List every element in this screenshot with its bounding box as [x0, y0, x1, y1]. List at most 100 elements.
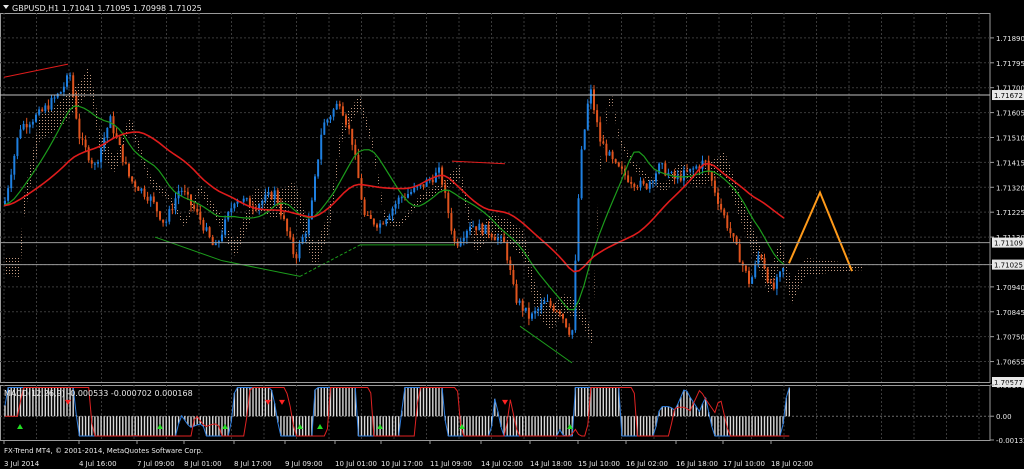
candle-body [692, 168, 695, 170]
candle-body [487, 224, 490, 235]
candle-body [682, 170, 685, 181]
candle-body [118, 137, 121, 145]
candle-body [620, 166, 623, 169]
candle-body [292, 237, 295, 255]
candle-body [180, 190, 183, 192]
candle-body [379, 223, 382, 228]
buy-arrow-icon [377, 423, 383, 429]
candle-body [16, 138, 19, 156]
candle-body [261, 200, 264, 205]
candle-body [100, 147, 103, 163]
candle-body [214, 243, 217, 246]
candle-body [323, 122, 326, 135]
candle-body [211, 237, 214, 246]
candle-body [47, 105, 50, 110]
candle-body [496, 238, 499, 241]
candle-body [552, 305, 555, 311]
ichimoku-cloud [4, 67, 864, 345]
candle-body [608, 151, 611, 156]
candle-body [106, 127, 109, 138]
candle-body [345, 115, 347, 125]
trend-lines [3, 63, 573, 364]
time-tick-label: 18 Jul 02:00 [771, 460, 813, 468]
candle-body [307, 219, 310, 234]
candle-body [673, 171, 676, 179]
candle-body [527, 307, 530, 319]
candle-body [636, 186, 639, 188]
candle-body [162, 219, 165, 223]
candle-body [326, 119, 329, 123]
candle-body [555, 310, 558, 312]
candle-body [286, 218, 289, 232]
time-tick-label: 8 Jul 17:00 [234, 460, 272, 468]
candle-body [149, 196, 152, 201]
candle-body [44, 105, 47, 112]
chart-title: GBPUSD,H1 1.71041 1.71095 1.70998 1.7102… [12, 4, 202, 13]
candle-body [248, 198, 251, 207]
candle-body [506, 242, 509, 261]
candle-body [633, 183, 636, 187]
candle-body [524, 307, 527, 311]
candle-body [93, 163, 96, 165]
candle-body [372, 218, 375, 225]
candle-body [134, 181, 137, 188]
price-level-label: 1.71025 [994, 262, 1023, 270]
candle-body [397, 197, 400, 204]
time-tick-label: 16 Jul 02:00 [626, 460, 668, 468]
candle-body [78, 118, 81, 139]
candle-body [577, 198, 580, 261]
trend-line [519, 325, 573, 364]
candle-body [90, 160, 93, 164]
candle-body [729, 228, 732, 234]
candle-body [28, 124, 31, 128]
candle-body [679, 175, 682, 181]
candle-body [183, 190, 186, 192]
candle-body [357, 154, 360, 179]
price-tick-label: 1.70940 [996, 284, 1024, 292]
candle-body [748, 270, 750, 284]
candle-body [295, 254, 298, 259]
candle-body [493, 237, 496, 241]
candle-body [580, 149, 583, 199]
candle-body [453, 230, 456, 242]
candle-body [10, 174, 13, 189]
dropdown-triangle-icon[interactable] [3, 5, 9, 9]
candle-body [152, 196, 155, 203]
candle-body [407, 193, 409, 198]
candle-body [335, 103, 338, 110]
candle-body [713, 180, 716, 193]
candle-body [500, 236, 502, 239]
candle-body [732, 233, 735, 237]
candle-body [376, 224, 378, 228]
candle-body [602, 141, 605, 144]
candle-body [7, 188, 10, 201]
candle-body [599, 122, 602, 142]
candle-body [723, 209, 726, 216]
candle-body [444, 184, 447, 193]
candle-body [515, 284, 518, 303]
candle-body [369, 214, 372, 219]
buy-arrow-icon [222, 423, 228, 429]
candle-body [571, 330, 574, 335]
candle-body [267, 192, 270, 195]
time-tick-label: 4 Jul 16:00 [79, 460, 117, 468]
copyright-text: FX-Trend MT4, © 2001-2014, MetaQuotes So… [4, 447, 203, 455]
price-tick-label: 1.71605 [996, 110, 1024, 118]
candle-body [159, 211, 161, 220]
candle-body [329, 116, 332, 120]
candle-body [366, 214, 369, 216]
candle-body [772, 282, 775, 289]
macd-tick-label: 0.001739 [996, 382, 1024, 390]
candle-body [484, 224, 487, 234]
candle-body [62, 86, 65, 92]
candle-body [317, 159, 320, 177]
candle-body [137, 187, 140, 191]
sell-arrow-icon [279, 399, 285, 405]
candle-body [69, 75, 72, 77]
candle-body [586, 103, 589, 130]
candle-body [320, 134, 323, 160]
candle-body [775, 277, 778, 289]
candle-body [341, 106, 344, 116]
candle-body [617, 162, 620, 167]
candle-body [304, 233, 307, 237]
